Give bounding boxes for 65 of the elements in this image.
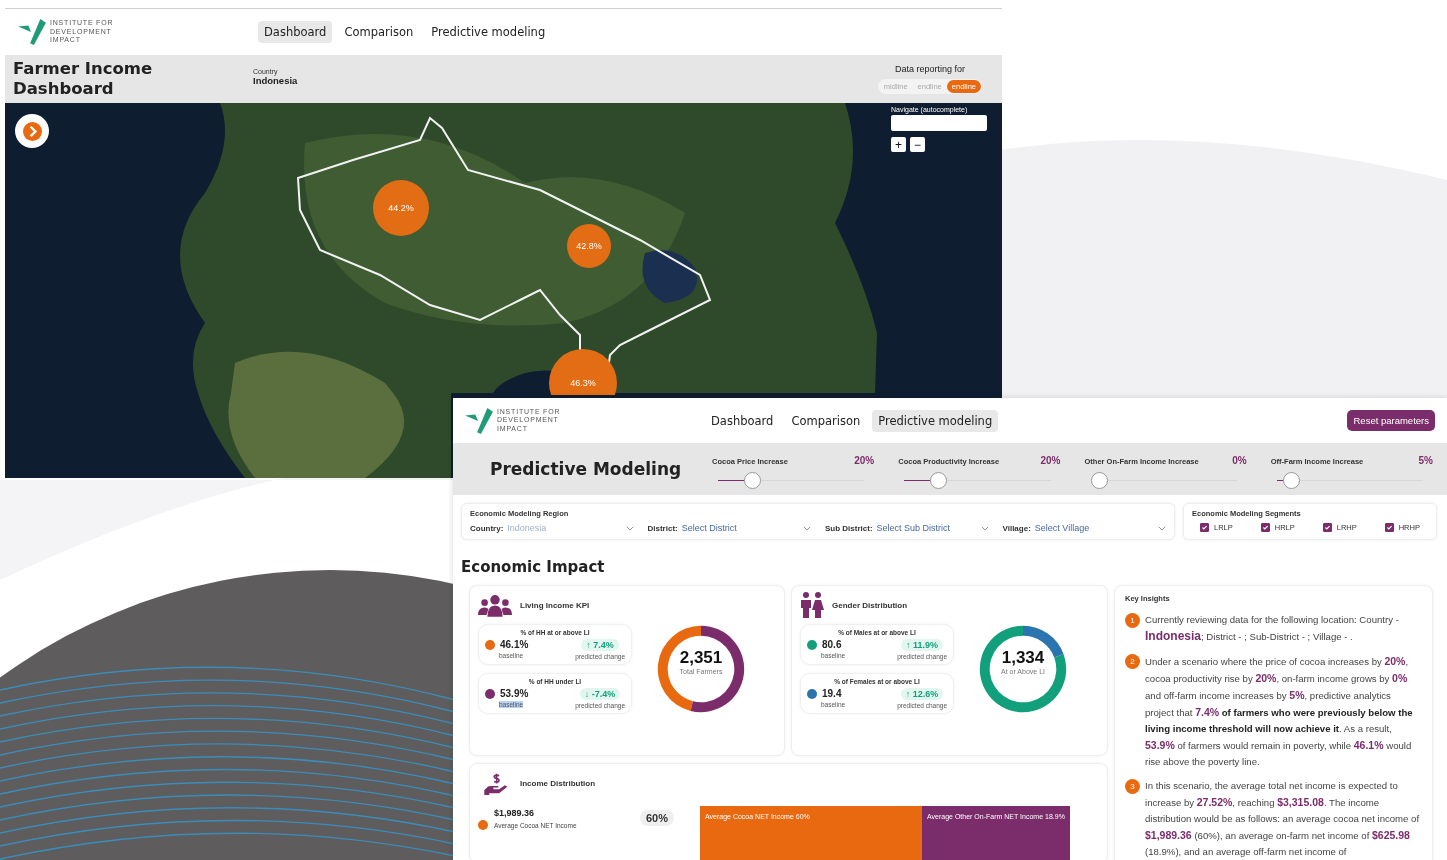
filter-label: Country:	[470, 523, 504, 533]
checkbox[interactable]	[1384, 523, 1394, 532]
field-label: Data reporting for	[894, 64, 965, 74]
page-title: Predictive Modeling	[489, 459, 683, 479]
change-badge: ↑ 12.6%	[900, 688, 944, 700]
nav-tab[interactable]: Comparison	[785, 409, 867, 432]
nav-tab[interactable]: Predictive modeling	[425, 21, 552, 43]
number-badge: 3	[1125, 779, 1140, 794]
metric-value: 80.6	[822, 639, 842, 650]
donut-total: 1,334	[1001, 648, 1045, 668]
slider-thumb[interactable]	[1090, 472, 1108, 489]
change-badge: ↑ 7.4%	[581, 639, 619, 651]
slider-thumb[interactable]	[1283, 472, 1301, 489]
select-field[interactable]: Select Sub District	[876, 523, 989, 533]
nav-tab[interactable]: Predictive modeling	[872, 409, 999, 432]
page-title: Farmer Income Dashboard	[13, 59, 154, 99]
reset-button[interactable]: Reset parameters	[1347, 410, 1435, 431]
country-value: Indonesia	[253, 75, 298, 86]
chevron-right-icon	[22, 121, 42, 141]
checkbox[interactable]	[1200, 523, 1209, 532]
select-field[interactable]: Select Village	[1034, 523, 1166, 533]
slider-thumb[interactable]	[743, 472, 761, 489]
logo-icon	[18, 19, 46, 45]
expand-button[interactable]	[15, 114, 49, 148]
checkbox[interactable]	[1260, 523, 1270, 532]
filter-label: District:	[647, 523, 678, 533]
metric-value: 19.4	[822, 688, 842, 699]
chevron-down-icon	[625, 525, 634, 531]
nav-tab[interactable]: Dashboard	[705, 409, 780, 432]
change-badge: ↑ 11.9%	[901, 639, 944, 651]
metric-value: 46.1%	[500, 639, 529, 650]
select-field[interactable]: Select District	[681, 523, 811, 533]
number-badge: 2	[1125, 654, 1140, 669]
number-badge: 1	[1125, 613, 1140, 628]
chevron-down-icon	[803, 525, 811, 531]
slider-thumb[interactable]	[930, 472, 948, 489]
slider-value: 5%	[1418, 455, 1433, 466]
nav-tab[interactable]: Dashboard	[258, 21, 333, 43]
filter-label: Sub District:	[825, 523, 873, 533]
section-title: Economic Impact	[461, 558, 606, 576]
donut-total: 2,351	[679, 648, 723, 668]
man-woman-icon	[800, 592, 824, 618]
card-title: Income Distribution	[520, 778, 596, 788]
zoom-button[interactable]: +	[891, 137, 906, 152]
slider-value: 20%	[854, 455, 875, 466]
insight-text: Currently reviewing data for the following location: Country - Indonesia; District - ; Sub-District - ; Village - .	[1145, 613, 1400, 645]
share-badge: 60%	[640, 810, 675, 826]
card-title: Living Income KPI	[520, 600, 590, 610]
insight-text: Under a scenario where the price of cocoa increases by 20%, cocoa productivity rise by 20%, on-farm income grows by 0% and off-farm income increases by 5%, predictive analytics project that 7.4% of farmers who were previously below the living income threshold will now achieve it. As a result, 53.9% of farmers would remain in poverty, while 46.1% would rise above the poverty line.	[1145, 654, 1414, 769]
people-group-icon	[478, 593, 512, 617]
filter-label: Village:	[1002, 523, 1031, 533]
chevron-down-icon	[980, 525, 989, 531]
metric-value: 53.9%	[500, 688, 529, 699]
nav-tab[interactable]: Comparison	[338, 21, 420, 43]
zoom-button[interactable]: −	[910, 137, 925, 152]
change-badge: ↓ -7.4%	[579, 688, 621, 700]
search-field[interactable]	[891, 115, 987, 131]
slider-value: 0%	[1232, 455, 1247, 466]
chevron-down-icon	[1158, 525, 1166, 531]
card-title: Gender Distribution	[832, 600, 908, 610]
logo-icon	[465, 407, 493, 434]
slider-value: 20%	[1040, 455, 1061, 466]
income-value: $1,989.36	[494, 807, 536, 818]
checkbox[interactable]	[1322, 523, 1332, 532]
insight-text: In this scenario, the average total net income is expected to increase by 27.52%, reaching $3,315.08. The income distribution would be as follows: an average cocoa net income of $1,989.36 (60%), an average on-farm net income of $625.98 (18.9%), and an average off-farm net income of	[1145, 779, 1421, 859]
